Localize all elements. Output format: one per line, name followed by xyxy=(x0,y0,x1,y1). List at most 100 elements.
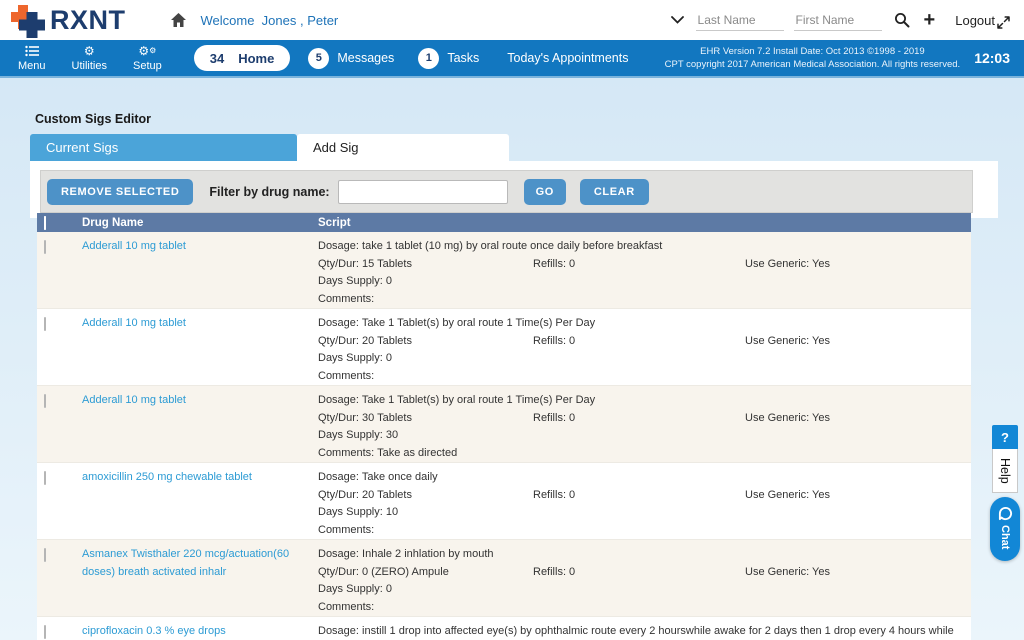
logout-label: Logout xyxy=(955,13,995,28)
clock: 12:03 xyxy=(974,50,1010,66)
top-header: RXNT Welcome Jones , Peter + Logout xyxy=(0,0,1024,40)
qty-refills-generic-line: Qty/Dur: 20 Tablets Refills: 0 Use Gener… xyxy=(318,487,963,505)
row-checkbox[interactable] xyxy=(44,394,46,408)
main-navbar: Menu ⚙ Utilities ⚙⚙ Setup 34 Home 5 Mess… xyxy=(0,40,1024,78)
rxnt-logo[interactable]: RXNT xyxy=(10,1,126,39)
comments-text: Comments: Take as directed xyxy=(318,445,963,463)
table-row: ciprofloxacin 0.3 % eye drops Dosage: in… xyxy=(37,616,971,640)
rxnt-app-window: RXNT Welcome Jones , Peter + Logout xyxy=(0,0,1024,640)
filter-label: Filter by drug name: xyxy=(209,185,329,199)
first-name-input[interactable] xyxy=(794,10,882,31)
qty-dur-text: Qty/Dur: 0 (ZERO) Ampule xyxy=(318,564,533,582)
help-widget[interactable]: ? Help xyxy=(992,425,1018,493)
days-supply-text: Days Supply: 0 xyxy=(318,581,963,599)
nav-tasks[interactable]: 1 Tasks xyxy=(418,48,479,69)
drug-name-link[interactable]: ciprofloxacin 0.3 % eye drops xyxy=(82,623,236,640)
chat-button[interactable]: Chat xyxy=(990,497,1020,561)
script-cell: Dosage: Take 1 Tablet(s) by oral route 1… xyxy=(318,392,971,462)
home-count-badge: 34 xyxy=(210,51,224,66)
script-cell: Dosage: Take 1 Tablet(s) by oral route 1… xyxy=(318,315,971,385)
use-generic-text: Use Generic: Yes xyxy=(745,564,963,582)
row-checkbox[interactable] xyxy=(44,625,46,639)
row-checkbox[interactable] xyxy=(44,548,46,562)
row-checkbox[interactable] xyxy=(44,240,46,254)
version-line2: CPT copyright 2017 American Medical Asso… xyxy=(665,58,961,71)
home-icon[interactable] xyxy=(170,12,187,28)
search-icon[interactable] xyxy=(892,10,912,30)
days-supply-text: Days Supply: 0 xyxy=(318,350,963,368)
remove-selected-button[interactable]: REMOVE SELECTED xyxy=(47,179,193,205)
current-sigs-panel: REMOVE SELECTED Filter by drug name: GO … xyxy=(30,161,998,218)
refills-text: Refills: 0 xyxy=(533,410,745,428)
table-row: Adderall 10 mg tablet Dosage: Take 1 Tab… xyxy=(37,385,971,462)
nav-messages[interactable]: 5 Messages xyxy=(308,48,394,69)
row-checkbox[interactable] xyxy=(44,317,46,331)
qty-refills-generic-line: Qty/Dur: 0 (ZERO) Ampule Refills: 0 Use … xyxy=(318,564,963,582)
days-supply-text: Days Supply: 30 xyxy=(318,427,963,445)
nav-setup[interactable]: ⚙⚙ Setup xyxy=(133,45,162,72)
nav-home-tab[interactable]: 34 Home xyxy=(194,45,291,71)
refills-text: Refills: 0 xyxy=(533,487,745,505)
qty-dur-text: Qty/Dur: 20 Tablets xyxy=(318,333,533,351)
chat-bubble-icon xyxy=(998,506,1013,521)
chevron-down-icon[interactable] xyxy=(669,14,686,26)
nav-menu[interactable]: Menu xyxy=(18,45,46,72)
table-row: Adderall 10 mg tablet Dosage: Take 1 Tab… xyxy=(37,308,971,385)
select-all-checkbox[interactable] xyxy=(44,216,46,230)
comments-text: Comments: xyxy=(318,291,963,309)
column-script: Script xyxy=(318,217,971,229)
drug-name-link[interactable]: Adderall 10 mg tablet xyxy=(82,238,196,256)
add-icon[interactable]: + xyxy=(922,11,938,29)
drug-name-link[interactable]: Asmanex Twisthaler 220 mcg/actuation(60 … xyxy=(82,546,318,581)
qty-refills-generic-line: Qty/Dur: 30 Tablets Refills: 0 Use Gener… xyxy=(318,410,963,428)
sigs-table-body: Adderall 10 mg tablet Dosage: take 1 tab… xyxy=(37,232,971,640)
sigs-tabs: Current Sigs Add Sig xyxy=(30,134,1024,161)
page-title: Custom Sigs Editor xyxy=(35,112,1024,126)
refills-text: Refills: 0 xyxy=(533,564,745,582)
script-cell: Dosage: Inhale 2 inhlation by mouth Qty/… xyxy=(318,546,971,616)
tab-add-sig[interactable]: Add Sig xyxy=(297,134,509,161)
tab-current-sigs[interactable]: Current Sigs xyxy=(30,134,297,161)
logout-button[interactable]: Logout xyxy=(955,12,1010,29)
nav-menu-label: Menu xyxy=(18,61,46,72)
drug-name-link[interactable]: Adderall 10 mg tablet xyxy=(82,315,196,333)
nav-todays-appointments[interactable]: Today's Appointments xyxy=(507,51,628,65)
qty-refills-generic-line: Qty/Dur: 15 Tablets Refills: 0 Use Gener… xyxy=(318,256,963,274)
filter-drug-name-input[interactable] xyxy=(338,180,508,204)
version-info: EHR Version 7.2 Install Date: Oct 2013 ©… xyxy=(665,45,961,71)
drug-name-link[interactable]: Adderall 10 mg tablet xyxy=(82,392,196,410)
logo-text: RXNT xyxy=(50,5,126,36)
welcome-text: Welcome Jones , Peter xyxy=(201,13,339,28)
days-supply-text: Days Supply: 10 xyxy=(318,504,963,522)
dosage-text: Dosage: Inhale 2 inhlation by mouth xyxy=(318,546,963,564)
drug-name-link[interactable]: amoxicillin 250 mg chewable tablet xyxy=(82,469,262,487)
row-checkbox[interactable] xyxy=(44,471,46,485)
table-row: Adderall 10 mg tablet Dosage: take 1 tab… xyxy=(37,232,971,308)
menu-list-icon xyxy=(25,45,39,58)
filter-toolbar: REMOVE SELECTED Filter by drug name: GO … xyxy=(40,170,973,213)
tasks-count-badge: 1 xyxy=(418,48,439,69)
comments-text: Comments: xyxy=(318,368,963,386)
refills-text: Refills: 0 xyxy=(533,256,745,274)
messages-count-badge: 5 xyxy=(308,48,329,69)
chat-label: Chat xyxy=(999,525,1011,549)
nav-utilities[interactable]: ⚙ Utilities xyxy=(72,45,107,72)
rxnt-plus-icon xyxy=(10,3,46,39)
qty-refills-generic-line: Qty/Dur: 20 Tablets Refills: 0 Use Gener… xyxy=(318,333,963,351)
use-generic-text: Use Generic: Yes xyxy=(745,256,963,274)
nav-setup-label: Setup xyxy=(133,61,162,72)
tasks-label: Tasks xyxy=(447,51,479,65)
dosage-text: Dosage: take 1 tablet (10 mg) by oral ro… xyxy=(318,238,963,256)
table-row: Asmanex Twisthaler 220 mcg/actuation(60 … xyxy=(37,539,971,616)
clear-button[interactable]: CLEAR xyxy=(580,179,649,205)
use-generic-text: Use Generic: Yes xyxy=(745,487,963,505)
dosage-text: Dosage: Take 1 Tablet(s) by oral route 1… xyxy=(318,392,963,410)
go-button[interactable]: GO xyxy=(524,179,566,205)
messages-label: Messages xyxy=(337,51,394,65)
gears-icon: ⚙⚙ xyxy=(138,45,156,58)
sigs-table: Drug Name Script Adderall 10 mg tablet D… xyxy=(37,213,971,640)
last-name-input[interactable] xyxy=(696,10,784,31)
version-line1: EHR Version 7.2 Install Date: Oct 2013 ©… xyxy=(665,45,961,58)
days-supply-text: Days Supply: 0 xyxy=(318,273,963,291)
dosage-text: Dosage: instill 1 drop into affected eye… xyxy=(318,623,963,640)
